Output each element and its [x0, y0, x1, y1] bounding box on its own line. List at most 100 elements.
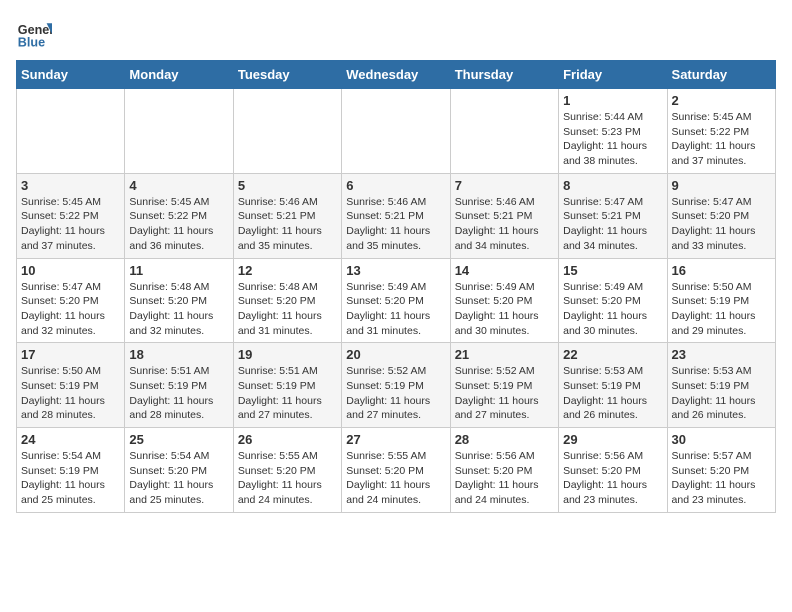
day-number: 19 [238, 347, 337, 362]
day-number: 18 [129, 347, 228, 362]
calendar-cell: 27Sunrise: 5:55 AMSunset: 5:20 PMDayligh… [342, 428, 450, 513]
day-number: 24 [21, 432, 120, 447]
day-number: 16 [672, 263, 771, 278]
day-header-sunday: Sunday [17, 61, 125, 89]
calendar-cell: 6 Sunrise: 5:46 AMSunset: 5:21 PMDaylight… [342, 173, 450, 258]
day-number: 8 [563, 178, 662, 193]
page-header: General Blue [16, 16, 776, 52]
day-info: Sunrise: 5:45 AMSunset: 5:22 PMDaylight:… [129, 195, 228, 254]
day-info: Sunrise: 5:49 AMSunset: 5:20 PMDaylight:… [455, 280, 554, 339]
calendar-cell: 3 Sunrise: 5:45 AMSunset: 5:22 PMDaylight… [17, 173, 125, 258]
day-info: Sunrise: 5:46 AMSunset: 5:21 PMDaylight:… [346, 195, 445, 254]
calendar-table: SundayMondayTuesdayWednesdayThursdayFrid… [16, 60, 776, 513]
day-number: 13 [346, 263, 445, 278]
day-info: Sunrise: 5:54 AMSunset: 5:20 PMDaylight:… [129, 449, 228, 508]
logo-icon: General Blue [16, 16, 52, 52]
day-number: 12 [238, 263, 337, 278]
calendar-cell: 14 Sunrise: 5:49 AMSunset: 5:20 PMDayligh… [450, 258, 558, 343]
day-number: 15 [563, 263, 662, 278]
day-info: Sunrise: 5:48 AMSunset: 5:20 PMDaylight:… [238, 280, 337, 339]
calendar-cell: 20Sunrise: 5:52 AMSunset: 5:19 PMDayligh… [342, 343, 450, 428]
day-info: Sunrise: 5:55 AMSunset: 5:20 PMDaylight:… [346, 449, 445, 508]
day-info: Sunrise: 5:46 AMSunset: 5:21 PMDaylight:… [455, 195, 554, 254]
calendar-cell: 7 Sunrise: 5:46 AMSunset: 5:21 PMDaylight… [450, 173, 558, 258]
day-number: 22 [563, 347, 662, 362]
calendar-cell: 21 Sunrise: 5:52 AMSunset: 5:19 PMDayligh… [450, 343, 558, 428]
day-number: 23 [672, 347, 771, 362]
calendar-cell: 23 Sunrise: 5:53 AMSunset: 5:19 PMDayligh… [667, 343, 775, 428]
day-header-wednesday: Wednesday [342, 61, 450, 89]
calendar-cell: 13 Sunrise: 5:49 AMSunset: 5:20 PMDayligh… [342, 258, 450, 343]
day-info: Sunrise: 5:47 AMSunset: 5:21 PMDaylight:… [563, 195, 662, 254]
calendar-week-1: 1 Sunrise: 5:44 AMSunset: 5:23 PMDaylight… [17, 89, 776, 174]
day-info: Sunrise: 5:47 AMSunset: 5:20 PMDaylight:… [21, 280, 120, 339]
day-header-monday: Monday [125, 61, 233, 89]
day-info: Sunrise: 5:49 AMSunset: 5:20 PMDaylight:… [346, 280, 445, 339]
day-info: Sunrise: 5:56 AMSunset: 5:20 PMDaylight:… [563, 449, 662, 508]
day-info: Sunrise: 5:53 AMSunset: 5:19 PMDaylight:… [563, 364, 662, 423]
day-info: Sunrise: 5:55 AMSunset: 5:20 PMDaylight:… [238, 449, 337, 508]
day-header-saturday: Saturday [667, 61, 775, 89]
day-number: 20 [346, 347, 445, 362]
calendar-cell: 16 Sunrise: 5:50 AMSunset: 5:19 PMDayligh… [667, 258, 775, 343]
calendar-cell: 9 Sunrise: 5:47 AMSunset: 5:20 PMDaylight… [667, 173, 775, 258]
calendar-cell: 1 Sunrise: 5:44 AMSunset: 5:23 PMDaylight… [559, 89, 667, 174]
calendar-cell: 17 Sunrise: 5:50 AMSunset: 5:19 PMDayligh… [17, 343, 125, 428]
day-info: Sunrise: 5:44 AMSunset: 5:23 PMDaylight:… [563, 110, 662, 169]
calendar-cell: 2Sunrise: 5:45 AMSunset: 5:22 PMDaylight… [667, 89, 775, 174]
day-info: Sunrise: 5:52 AMSunset: 5:19 PMDaylight:… [455, 364, 554, 423]
calendar-cell: 4 Sunrise: 5:45 AMSunset: 5:22 PMDaylight… [125, 173, 233, 258]
day-info: Sunrise: 5:51 AMSunset: 5:19 PMDaylight:… [238, 364, 337, 423]
day-number: 25 [129, 432, 228, 447]
day-info: Sunrise: 5:53 AMSunset: 5:19 PMDaylight:… [672, 364, 771, 423]
calendar-header-row: SundayMondayTuesdayWednesdayThursdayFrid… [17, 61, 776, 89]
day-header-tuesday: Tuesday [233, 61, 341, 89]
calendar-cell: 5 Sunrise: 5:46 AMSunset: 5:21 PMDaylight… [233, 173, 341, 258]
day-number: 30 [672, 432, 771, 447]
calendar-cell [342, 89, 450, 174]
day-number: 2 [672, 93, 771, 108]
day-info: Sunrise: 5:51 AMSunset: 5:19 PMDaylight:… [129, 364, 228, 423]
day-info: Sunrise: 5:50 AMSunset: 5:19 PMDaylight:… [21, 364, 120, 423]
day-info: Sunrise: 5:50 AMSunset: 5:19 PMDaylight:… [672, 280, 771, 339]
day-number: 7 [455, 178, 554, 193]
calendar-cell: 29Sunrise: 5:56 AMSunset: 5:20 PMDayligh… [559, 428, 667, 513]
calendar-cell: 19 Sunrise: 5:51 AMSunset: 5:19 PMDayligh… [233, 343, 341, 428]
day-info: Sunrise: 5:49 AMSunset: 5:20 PMDaylight:… [563, 280, 662, 339]
day-number: 3 [21, 178, 120, 193]
calendar-cell [17, 89, 125, 174]
day-info: Sunrise: 5:57 AMSunset: 5:20 PMDaylight:… [672, 449, 771, 508]
day-number: 17 [21, 347, 120, 362]
day-header-friday: Friday [559, 61, 667, 89]
svg-text:Blue: Blue [18, 36, 45, 50]
day-number: 6 [346, 178, 445, 193]
calendar-cell: 22 Sunrise: 5:53 AMSunset: 5:19 PMDayligh… [559, 343, 667, 428]
calendar-week-2: 3 Sunrise: 5:45 AMSunset: 5:22 PMDaylight… [17, 173, 776, 258]
calendar-cell [233, 89, 341, 174]
day-number: 28 [455, 432, 554, 447]
day-info: Sunrise: 5:54 AMSunset: 5:19 PMDaylight:… [21, 449, 120, 508]
calendar-cell: 8 Sunrise: 5:47 AMSunset: 5:21 PMDaylight… [559, 173, 667, 258]
day-number: 14 [455, 263, 554, 278]
day-header-thursday: Thursday [450, 61, 558, 89]
day-number: 26 [238, 432, 337, 447]
day-number: 11 [129, 263, 228, 278]
calendar-cell [125, 89, 233, 174]
calendar-cell: 11Sunrise: 5:48 AMSunset: 5:20 PMDayligh… [125, 258, 233, 343]
day-info: Sunrise: 5:45 AMSunset: 5:22 PMDaylight:… [21, 195, 120, 254]
calendar-cell: 25 Sunrise: 5:54 AMSunset: 5:20 PMDayligh… [125, 428, 233, 513]
calendar-week-4: 17 Sunrise: 5:50 AMSunset: 5:19 PMDayligh… [17, 343, 776, 428]
calendar-cell: 10 Sunrise: 5:47 AMSunset: 5:20 PMDayligh… [17, 258, 125, 343]
day-info: Sunrise: 5:46 AMSunset: 5:21 PMDaylight:… [238, 195, 337, 254]
day-number: 1 [563, 93, 662, 108]
day-number: 9 [672, 178, 771, 193]
day-number: 4 [129, 178, 228, 193]
day-number: 21 [455, 347, 554, 362]
calendar-cell [450, 89, 558, 174]
day-number: 10 [21, 263, 120, 278]
logo: General Blue [16, 16, 52, 52]
day-number: 5 [238, 178, 337, 193]
day-info: Sunrise: 5:47 AMSunset: 5:20 PMDaylight:… [672, 195, 771, 254]
calendar-cell: 12 Sunrise: 5:48 AMSunset: 5:20 PMDayligh… [233, 258, 341, 343]
day-info: Sunrise: 5:56 AMSunset: 5:20 PMDaylight:… [455, 449, 554, 508]
